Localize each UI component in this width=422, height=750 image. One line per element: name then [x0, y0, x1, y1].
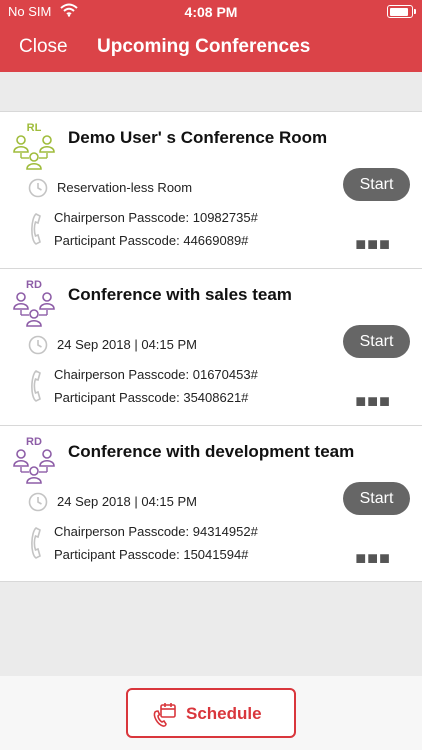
participants-icon: RD: [10, 279, 58, 329]
conference-card[interactable]: RD Conference with development team 24 Sep…: [0, 426, 422, 581]
conference-time: 24 Sep 2018 | 04:15 PM: [57, 494, 197, 509]
clock-icon: [28, 492, 48, 517]
phone-icon: [30, 526, 46, 565]
chairperson-passcode: Chairperson Passcode: 94314952#: [54, 524, 258, 539]
conference-initials: RD: [26, 436, 42, 448]
schedule-button[interactable]: Schedule: [126, 688, 296, 738]
chairperson-passcode: Chairperson Passcode: 10982735#: [54, 210, 258, 225]
chairperson-passcode: Chairperson Passcode: 01670453#: [54, 367, 258, 382]
start-button[interactable]: Start: [343, 325, 410, 358]
clock-icon: [28, 335, 48, 360]
conference-time: Reservation-less Room: [57, 180, 193, 195]
status-bar: No SIM 4:08 PM: [0, 0, 422, 24]
close-button[interactable]: Close: [19, 36, 68, 58]
participant-passcode: Participant Passcode: 15041594#: [54, 547, 249, 562]
conference-name: Conference with development team: [68, 442, 355, 461]
phone-icon: [30, 369, 46, 408]
conference-card[interactable]: RL Demo User' s Conference Room Reservatio…: [0, 112, 422, 269]
start-button[interactable]: Start: [343, 168, 410, 201]
more-options-icon[interactable]: ■■■: [355, 391, 391, 412]
more-options-icon[interactable]: ■■■: [355, 234, 391, 255]
more-options-icon[interactable]: ■■■: [355, 548, 391, 569]
battery-icon: [387, 5, 416, 18]
schedule-label: Schedule: [186, 704, 262, 723]
clock-icon: [28, 178, 48, 203]
footer-bar: Schedule: [0, 676, 422, 750]
start-button[interactable]: Start: [343, 482, 410, 515]
phone-icon: [30, 212, 46, 251]
conference-name: Demo User' s Conference Room: [68, 128, 328, 147]
calendar-phone-icon: [153, 703, 176, 727]
conference-card[interactable]: RD Conference with sales team 24 Sep 2018 …: [0, 269, 422, 426]
conference-time: 24 Sep 2018 | 04:15 PM: [57, 337, 197, 352]
nav-bar: Close Upcoming Conferences: [0, 24, 422, 72]
participant-passcode: Participant Passcode: 44669089#: [54, 233, 249, 248]
conference-initials: RD: [26, 279, 42, 291]
conference-list: RL Demo User' s Conference Room Reservatio…: [0, 111, 422, 582]
participant-passcode: Participant Passcode: 35408621#: [54, 390, 249, 405]
page-title: Upcoming Conferences: [97, 36, 311, 57]
conference-initials: RL: [26, 122, 42, 134]
clock-time: 4:08 PM: [184, 4, 238, 20]
participants-icon: RD: [10, 436, 58, 486]
participants-icon: RL: [10, 122, 58, 172]
conference-name: Conference with sales team: [68, 285, 292, 304]
